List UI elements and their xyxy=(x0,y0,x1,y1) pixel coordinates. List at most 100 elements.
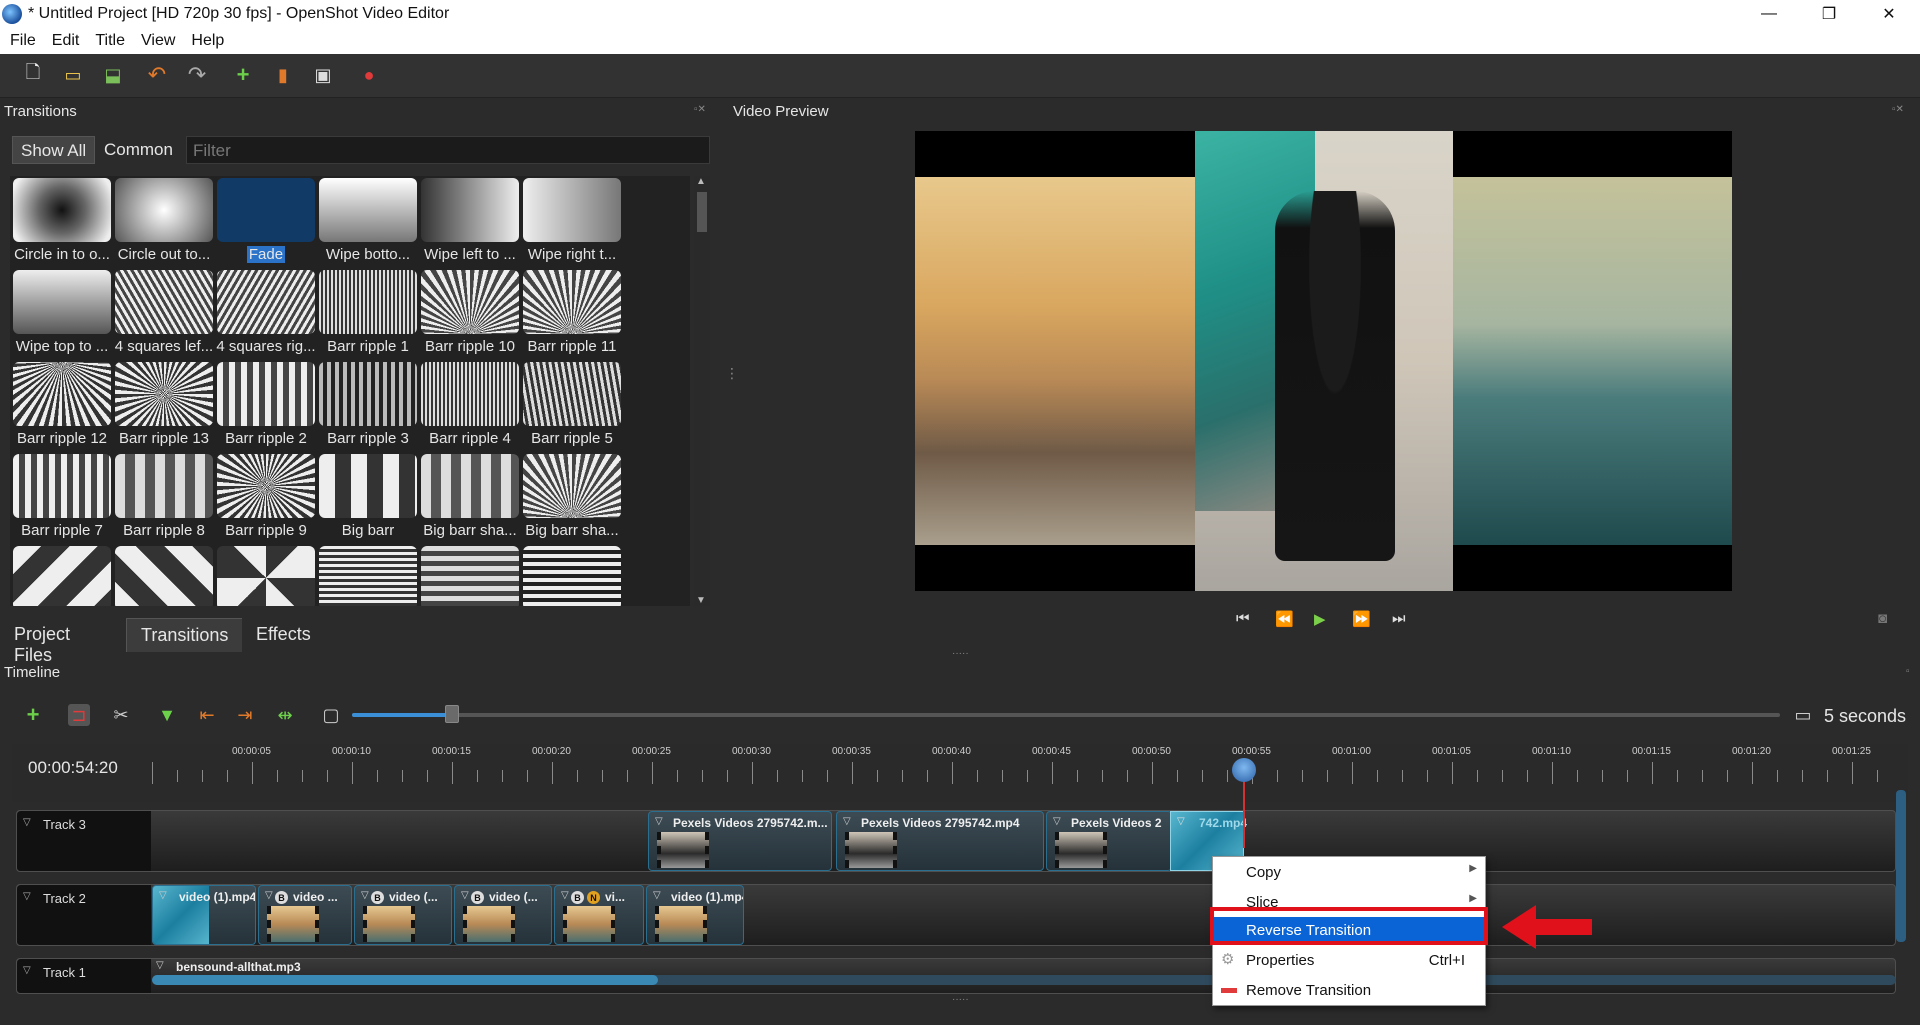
timeline-vscroll-thumb[interactable] xyxy=(1896,790,1906,942)
snapping-icon[interactable]: ⊐ xyxy=(68,704,90,726)
audio-clip[interactable]: ▽ bensound-allthat.mp3 xyxy=(152,960,1896,974)
playhead-handle[interactable] xyxy=(1232,758,1256,782)
transition-tile[interactable] xyxy=(216,546,316,606)
clip-track2-6[interactable]: ▽ video (1).mp4 xyxy=(646,885,744,945)
common-button[interactable]: Common xyxy=(96,136,181,164)
transition-tile[interactable]: Barr ripple 11 xyxy=(522,270,622,360)
add-track-icon[interactable]: + xyxy=(22,702,44,727)
transition-tile[interactable]: Barr ripple 13 xyxy=(114,362,214,452)
splitter-handle-icon[interactable]: ⋮ xyxy=(725,365,739,382)
clip-track3-1[interactable]: ▽ Pexels Videos 2795742.m... xyxy=(648,811,832,871)
splitter-handle-icon[interactable]: ····· xyxy=(952,648,969,659)
zoom-slider-handle[interactable] xyxy=(444,705,459,723)
transition-tile[interactable]: Barr ripple 7 xyxy=(12,454,112,544)
transition-tile[interactable]: Barr ripple 1 xyxy=(318,270,418,360)
transition-tile[interactable]: Wipe top to ... xyxy=(12,270,112,360)
jump-start-icon[interactable]: ⏮ xyxy=(1236,610,1250,627)
show-all-button[interactable]: Show All xyxy=(12,136,96,164)
timeline-dock-float-icon[interactable]: ▫ xyxy=(1906,666,1910,677)
clip-track2-5[interactable]: ▽ B N vi... xyxy=(554,885,644,945)
clip-menu-icon[interactable]: ▽ xyxy=(156,960,164,971)
clip-menu-icon[interactable]: ▽ xyxy=(265,890,273,901)
tab-transitions[interactable]: Transitions xyxy=(126,618,244,652)
track-menu-icon[interactable]: ▽ xyxy=(23,817,31,828)
clip-track2-1[interactable]: ▽ video (1).mp4 xyxy=(152,885,256,945)
transition-tile[interactable] xyxy=(114,546,214,606)
transition-tile[interactable]: Barr ripple 2 xyxy=(216,362,316,452)
transition-tile[interactable]: Barr ripple 3 xyxy=(318,362,418,452)
tab-project-files[interactable]: Project Files xyxy=(0,618,85,665)
transition-tile[interactable]: Big barr sha... xyxy=(522,454,622,544)
track-menu-icon[interactable]: ▽ xyxy=(23,891,31,902)
razor-icon[interactable]: ✂ xyxy=(110,704,132,726)
transition-tile[interactable] xyxy=(522,546,622,606)
transition-tile[interactable]: Big barr sha... xyxy=(420,454,520,544)
maximize-button[interactable]: ❐ xyxy=(1800,0,1858,28)
clip-menu-icon[interactable]: ▽ xyxy=(461,890,469,901)
export-video-icon[interactable]: ● xyxy=(358,64,380,86)
preview-dock-close-icon[interactable]: ▫✕ xyxy=(1892,104,1904,115)
scroll-down-icon[interactable]: ▼ xyxy=(696,595,706,606)
menu-item-properties[interactable]: ⚙ Properties Ctrl+I xyxy=(1213,947,1485,975)
previous-marker-icon[interactable]: ⇤ xyxy=(196,704,218,726)
splitter-handle-icon[interactable]: ····· xyxy=(952,994,969,1005)
undo-icon[interactable]: ↶ xyxy=(146,62,168,87)
transition-tile[interactable]: Wipe botto... xyxy=(318,178,418,268)
scroll-thumb[interactable] xyxy=(697,192,707,232)
clip-track3-3[interactable]: ▽ Pexels Videos 2 xyxy=(1046,811,1172,871)
clip-track3-2[interactable]: ▽ Pexels Videos 2795742.mp4 xyxy=(836,811,1044,871)
add-marker-icon[interactable]: ▼ xyxy=(156,704,178,726)
minimize-button[interactable]: — xyxy=(1740,0,1798,28)
clip-menu-icon[interactable]: ▽ xyxy=(1053,816,1061,827)
filter-input[interactable]: Filter xyxy=(186,136,710,164)
close-button[interactable]: ✕ xyxy=(1860,0,1918,28)
clip-menu-icon[interactable]: ▽ xyxy=(1177,816,1185,827)
tab-effects[interactable]: Effects xyxy=(242,618,325,652)
transition-tile[interactable]: Barr ripple 10 xyxy=(420,270,520,360)
track-menu-icon[interactable]: ▽ xyxy=(23,965,31,976)
choose-profile-icon[interactable]: ▮ xyxy=(272,64,294,86)
save-project-icon[interactable]: ⬓ xyxy=(102,64,124,86)
transition-tile[interactable]: Circle out to... xyxy=(114,178,214,268)
import-files-icon[interactable]: + xyxy=(232,62,254,87)
clip-menu-icon[interactable]: ▽ xyxy=(843,816,851,827)
transitions-scrollbar[interactable]: ▲ ▼ xyxy=(694,176,710,606)
center-playhead-icon[interactable]: ⇹ xyxy=(274,704,296,726)
menu-item-remove-transition[interactable]: Remove Transition xyxy=(1213,977,1485,1005)
transition-tile[interactable]: Barr ripple 8 xyxy=(114,454,214,544)
transition-tile[interactable]: 4 squares lef... xyxy=(114,270,214,360)
transition-tile[interactable]: Barr ripple 9 xyxy=(216,454,316,544)
scroll-up-icon[interactable]: ▲ xyxy=(696,176,706,187)
transition-tile[interactable]: 4 squares rig... xyxy=(216,270,316,360)
transition-tile[interactable]: Circle in to o... xyxy=(12,178,112,268)
transition-tile[interactable]: Fade xyxy=(216,178,316,268)
next-marker-icon[interactable]: ⇥ xyxy=(234,704,256,726)
jump-end-icon[interactable]: ⏭ xyxy=(1392,610,1406,627)
dock-float-close-icon[interactable]: ▫✕ xyxy=(694,104,706,115)
clip-track2-3[interactable]: ▽ B video (... xyxy=(354,885,452,945)
transition-tile[interactable] xyxy=(420,546,520,606)
clip-menu-icon[interactable]: ▽ xyxy=(561,890,569,901)
transition-tile[interactable] xyxy=(318,546,418,606)
transition-tile[interactable] xyxy=(12,546,112,606)
menu-title[interactable]: Title xyxy=(85,32,131,50)
clip-track2-2[interactable]: ▽ B video ... xyxy=(258,885,352,945)
clip-menu-icon[interactable]: ▽ xyxy=(159,890,167,901)
clip-track2-4[interactable]: ▽ B video (... xyxy=(454,885,552,945)
transition-tile[interactable]: Wipe left to ... xyxy=(420,178,520,268)
transition-tile[interactable]: Barr ripple 4 xyxy=(420,362,520,452)
menu-item-copy[interactable]: Copy ▶ xyxy=(1213,859,1485,887)
play-icon[interactable]: ▶ xyxy=(1314,610,1326,628)
menu-help[interactable]: Help xyxy=(181,32,230,50)
transition-tile[interactable]: Wipe right t... xyxy=(522,178,622,268)
clip-menu-icon[interactable]: ▽ xyxy=(655,816,663,827)
fullscreen-icon[interactable]: ▣ xyxy=(312,64,334,86)
open-project-icon[interactable]: ▭ xyxy=(62,64,84,86)
menu-file[interactable]: File xyxy=(0,32,42,50)
transition-tile[interactable]: Barr ripple 12 xyxy=(12,362,112,452)
zoom-fit-icon[interactable]: ▢ xyxy=(320,704,342,726)
snapshot-icon[interactable]: ◙ xyxy=(1878,610,1887,627)
menu-view[interactable]: View xyxy=(131,32,181,50)
zoom-slider-track[interactable] xyxy=(352,713,1780,717)
rewind-icon[interactable]: ⏪ xyxy=(1275,610,1294,628)
